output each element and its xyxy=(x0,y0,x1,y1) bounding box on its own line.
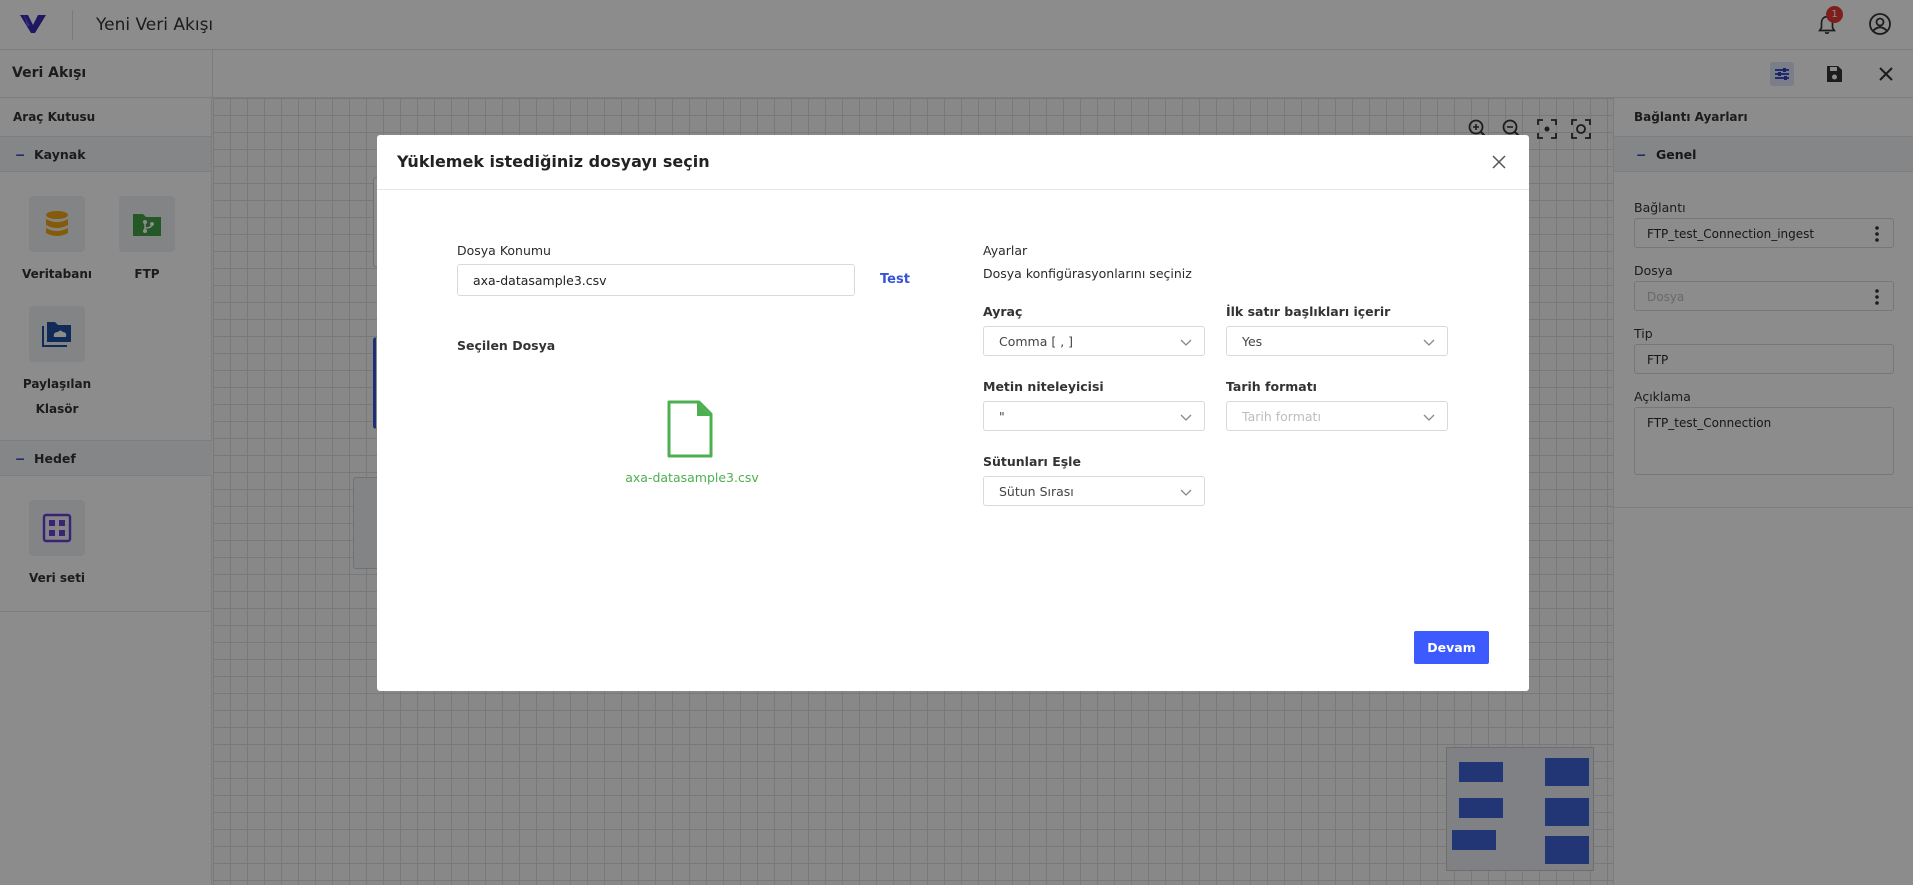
header-row-label: İlk satır başlıkları içerir xyxy=(1226,304,1391,319)
chevron-down-icon xyxy=(1180,339,1192,346)
file-location-value: axa-datasample3.csv xyxy=(473,273,607,288)
delimiter-select[interactable]: Comma [ , ] xyxy=(983,326,1205,356)
text-qualifier-label: Metin niteleyicisi xyxy=(983,379,1104,394)
modal-title: Yüklemek istediğiniz dosyayı seçin xyxy=(397,152,710,171)
date-format-placeholder: Tarih formatı xyxy=(1242,409,1321,424)
selected-file-label: Seçilen Dosya xyxy=(457,338,556,353)
settings-description: Dosya konfigürasyonlarını seçiniz xyxy=(983,266,1192,281)
text-qualifier-value: " xyxy=(999,409,1005,424)
selected-file-name: axa-datasample3.csv xyxy=(625,470,759,485)
column-map-label: Sütunları Eşle xyxy=(983,454,1081,469)
chevron-down-icon xyxy=(1180,414,1192,421)
chevron-down-icon xyxy=(1423,414,1435,421)
header-row-select[interactable]: Yes xyxy=(1226,326,1448,356)
file-select-modal: Yüklemek istediğiniz dosyayı seçin Dosya… xyxy=(377,135,1529,691)
date-format-select[interactable]: Tarih formatı xyxy=(1226,401,1448,431)
column-map-select[interactable]: Sütun Sırası xyxy=(983,476,1205,506)
header-row-value: Yes xyxy=(1242,334,1263,349)
modal-header: Yüklemek istediğiniz dosyayı seçin xyxy=(377,135,1529,190)
continue-button[interactable]: Devam xyxy=(1414,631,1489,664)
text-qualifier-select[interactable]: " xyxy=(983,401,1205,431)
delimiter-value: Comma [ , ] xyxy=(999,334,1074,349)
settings-label: Ayarlar xyxy=(983,243,1028,258)
chevron-down-icon xyxy=(1423,339,1435,346)
date-format-label: Tarih formatı xyxy=(1226,379,1317,394)
column-map-value: Sütun Sırası xyxy=(999,484,1074,499)
file-icon xyxy=(667,400,713,458)
file-location-label: Dosya Konumu xyxy=(457,243,551,258)
delimiter-label: Ayraç xyxy=(983,304,1023,319)
file-location-input[interactable]: axa-datasample3.csv xyxy=(457,264,855,296)
close-icon[interactable] xyxy=(1491,154,1507,170)
test-button[interactable]: Test xyxy=(880,272,910,287)
chevron-down-icon xyxy=(1180,489,1192,496)
